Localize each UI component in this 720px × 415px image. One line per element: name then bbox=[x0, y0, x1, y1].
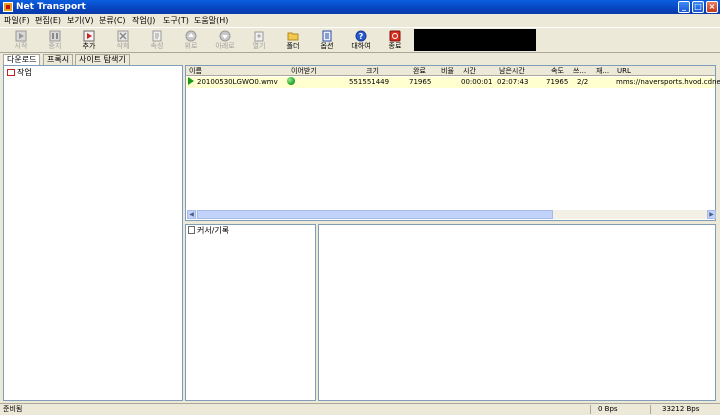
move-down-button[interactable]: 아래로 bbox=[210, 29, 240, 53]
column-header-name[interactable]: 이름 bbox=[189, 66, 202, 76]
cell-size: 551551449 bbox=[349, 78, 390, 86]
column-header-size[interactable]: 크기 bbox=[366, 66, 379, 76]
status-separator bbox=[650, 405, 651, 414]
open-icon bbox=[254, 31, 264, 42]
column-header-ratio[interactable]: 비율 bbox=[441, 66, 454, 76]
properties-button[interactable]: 속성 bbox=[142, 29, 172, 53]
menu-help[interactable]: 도움말(H) bbox=[193, 15, 229, 26]
menu-tools[interactable]: 도구(T) bbox=[162, 15, 190, 26]
tab-download[interactable]: 다운로드 bbox=[3, 54, 41, 65]
column-header-retry[interactable]: 재... bbox=[596, 66, 609, 76]
column-header-threads[interactable]: 쓰... bbox=[573, 66, 586, 76]
delete-icon bbox=[117, 30, 129, 42]
category-tree: 작업 bbox=[3, 65, 183, 401]
close-button[interactable]: × bbox=[706, 1, 718, 13]
delete-button[interactable]: 삭제 bbox=[108, 29, 138, 53]
down-arrow-icon bbox=[219, 30, 231, 42]
horizontal-scrollbar[interactable]: ◀ ▶ bbox=[187, 210, 716, 219]
exit-icon bbox=[389, 30, 401, 42]
start-button[interactable]: 시작 bbox=[6, 29, 36, 53]
table-row[interactable]: 20100530LGWO0.wmv 551551449 71965 00:00:… bbox=[186, 77, 720, 88]
cell-speed: 71965 bbox=[546, 78, 569, 86]
cell-remaining: 02:07:43 bbox=[497, 78, 529, 86]
black-banner bbox=[414, 29, 536, 51]
stop-icon bbox=[49, 30, 61, 42]
folder-button[interactable]: 폴더 bbox=[278, 29, 308, 53]
menu-job[interactable]: 작업(J) bbox=[131, 15, 156, 26]
jobs-folder-icon bbox=[7, 69, 15, 76]
scroll-thumb[interactable] bbox=[197, 210, 553, 219]
stop-button[interactable]: 중지 bbox=[40, 29, 70, 53]
up-arrow-icon bbox=[185, 30, 197, 42]
maximize-button[interactable]: □ bbox=[692, 1, 704, 13]
menu-file[interactable]: 파일(F) bbox=[3, 15, 31, 26]
menu-edit[interactable]: 편집(E) bbox=[34, 15, 62, 26]
svg-text:?: ? bbox=[359, 32, 364, 41]
list-header: 이름 이어받기 크기 완료 비율 시간 남은시간 속도 쓰... 재... UR… bbox=[186, 66, 715, 76]
download-speed: 0 Bps bbox=[598, 405, 618, 413]
tab-site-explorer[interactable]: 사이트 탐색기 bbox=[75, 54, 130, 65]
options-button[interactable]: 옵션 bbox=[312, 29, 342, 53]
column-header-url[interactable]: URL bbox=[617, 66, 631, 76]
cell-url: mms://naversports.hvod.cdne bbox=[616, 78, 720, 86]
move-up-button[interactable]: 위로 bbox=[176, 29, 206, 53]
about-button[interactable]: ? 대하여 bbox=[346, 29, 376, 53]
cell-done: 71965 bbox=[409, 78, 432, 86]
window-title: Net Transport bbox=[16, 2, 86, 12]
properties-icon bbox=[152, 30, 162, 42]
download-list: 이름 이어받기 크기 완료 비율 시간 남은시간 속도 쓰... 재... UR… bbox=[185, 65, 720, 221]
cell-name: 20100530LGWO0.wmv bbox=[197, 78, 278, 86]
scroll-right-icon[interactable]: ▶ bbox=[707, 210, 716, 219]
column-header-time[interactable]: 시간 bbox=[463, 66, 476, 76]
column-header-speed[interactable]: 속도 bbox=[551, 66, 564, 76]
menu-bar: 파일(F) 편집(E) 보기(V) 분류(C) 작업(J) 도구(T) 도움말(… bbox=[0, 14, 720, 27]
log-tree: 커서/기록 bbox=[185, 224, 316, 401]
menu-view[interactable]: 보기(V) bbox=[66, 15, 94, 26]
scroll-left-icon[interactable]: ◀ bbox=[187, 210, 196, 219]
add-button[interactable]: 추가 bbox=[74, 29, 104, 53]
status-bar: 준비됨 0 Bps 33212 Bps bbox=[0, 403, 720, 414]
open-button[interactable]: 열기 bbox=[244, 29, 274, 53]
tab-proxy[interactable]: 프록시 bbox=[43, 54, 74, 65]
exit-button[interactable]: 종료 bbox=[380, 29, 410, 53]
add-icon bbox=[83, 30, 95, 42]
folder-icon bbox=[287, 32, 299, 41]
app-icon bbox=[3, 2, 13, 12]
column-header-remaining[interactable]: 남은시간 bbox=[499, 66, 525, 76]
status-play-icon bbox=[188, 77, 194, 88]
options-icon bbox=[322, 30, 332, 42]
status-text: 준비됨 bbox=[3, 405, 23, 413]
column-header-resume[interactable]: 이어받기 bbox=[291, 66, 317, 76]
title-bar: Net Transport _ □ × bbox=[0, 0, 720, 14]
menu-category[interactable]: 분류(C) bbox=[98, 15, 127, 26]
resume-status-icon bbox=[287, 77, 295, 88]
upload-speed: 33212 Bps bbox=[662, 405, 700, 413]
tab-strip: 다운로드 프록시 사이트 탐색기 bbox=[0, 54, 720, 65]
log-view[interactable] bbox=[318, 224, 716, 401]
toolbar: 시작 중지 추가 삭제 속성 위로 아래로 열기 폴더 옵션 ? 대하여 종료 bbox=[0, 27, 720, 53]
cell-time: 00:00:01 bbox=[461, 78, 493, 86]
play-icon bbox=[15, 30, 27, 42]
document-icon bbox=[188, 226, 195, 234]
log-item-history[interactable]: 커서/기록 bbox=[188, 226, 229, 235]
cell-threads: 2/2 bbox=[577, 78, 589, 86]
tree-item-jobs[interactable]: 작업 bbox=[7, 68, 32, 77]
help-icon: ? bbox=[355, 30, 367, 42]
minimize-button[interactable]: _ bbox=[678, 1, 690, 13]
status-separator bbox=[590, 405, 591, 414]
column-header-done[interactable]: 완료 bbox=[413, 66, 426, 76]
